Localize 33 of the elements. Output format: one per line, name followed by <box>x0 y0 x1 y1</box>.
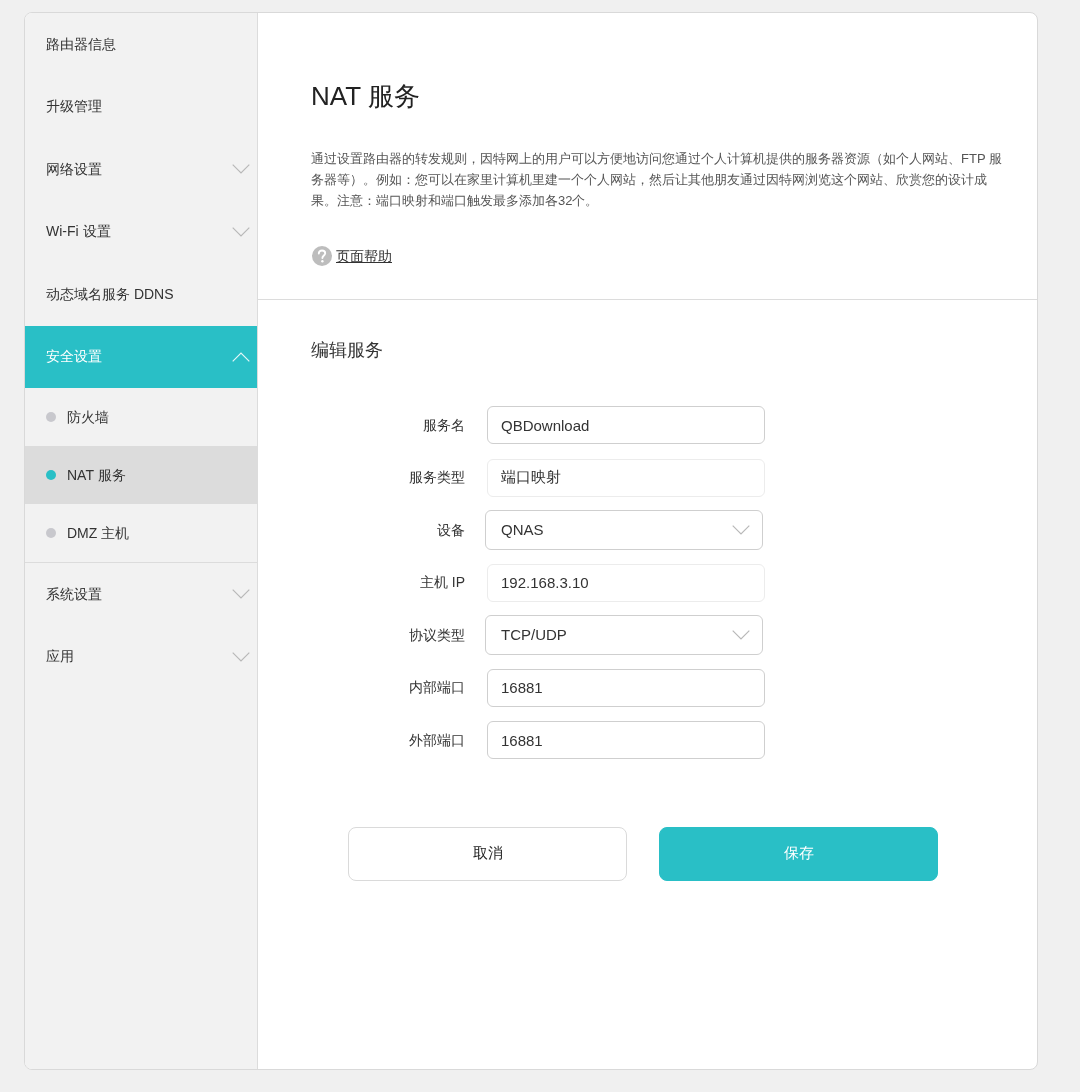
field-label: 协议类型 <box>408 625 465 645</box>
bullet-dot-icon <box>46 470 56 480</box>
nav-subitem[interactable]: NAT 服务 <box>25 446 257 504</box>
chevron-down-icon <box>732 525 750 536</box>
help-link[interactable]: 页面帮助 <box>336 245 392 267</box>
nav-item[interactable]: 升级管理 <box>25 75 257 138</box>
field-label: 服务名 <box>422 415 465 435</box>
nav-item[interactable]: 网络设置 <box>25 138 257 201</box>
bullet-dot-icon <box>46 412 56 422</box>
nav-item[interactable]: 动态域名服务 DDNS <box>25 263 257 326</box>
field-label: 主机 IP <box>418 573 465 593</box>
help-icon <box>312 246 332 266</box>
cancel-button[interactable]: 取消 <box>348 826 627 881</box>
field-label: 服务类型 <box>408 468 465 488</box>
page-description: 通过设置路由器的转发规则，因特网上的用户可以方便地访问您通过个人计算机提供的服务器资源（如个人网站、FTP 服务器等）。例如：您可以在家里计算机里建一个个人网站，然后让其他朋友通过因特网浏览这个网站、欣赏您的设计成果。注意：端口映射和端口触发最多添加各32个。 <box>311 150 1003 210</box>
nav-subitem[interactable]: DMZ 主机 <box>25 504 257 562</box>
nav-item[interactable]: 系统设置 <box>25 563 257 626</box>
input-field[interactable]: 16881 <box>487 721 765 760</box>
field-label: 外部端口 <box>408 730 465 750</box>
section-title: 编辑服务 <box>311 339 384 362</box>
input-field[interactable]: 16881 <box>487 668 765 707</box>
nav-item[interactable]: 应用 <box>25 625 257 688</box>
dropdown-field[interactable]: TCP/UDP <box>485 615 763 656</box>
page-title: NAT 服务 <box>311 81 421 112</box>
field-label: 内部端口 <box>408 678 465 698</box>
dropdown-field[interactable]: QNAS <box>485 510 763 551</box>
nav-subitem[interactable]: 防火墙 <box>25 388 257 446</box>
nav-item[interactable]: 路由器信息 <box>25 13 257 76</box>
field-label: 设备 <box>436 520 465 540</box>
nav-item[interactable]: Wi-Fi 设置 <box>25 200 257 263</box>
input-field[interactable]: QBDownload <box>487 406 765 445</box>
bullet-dot-icon <box>46 528 56 538</box>
chevron-down-icon <box>732 630 750 641</box>
